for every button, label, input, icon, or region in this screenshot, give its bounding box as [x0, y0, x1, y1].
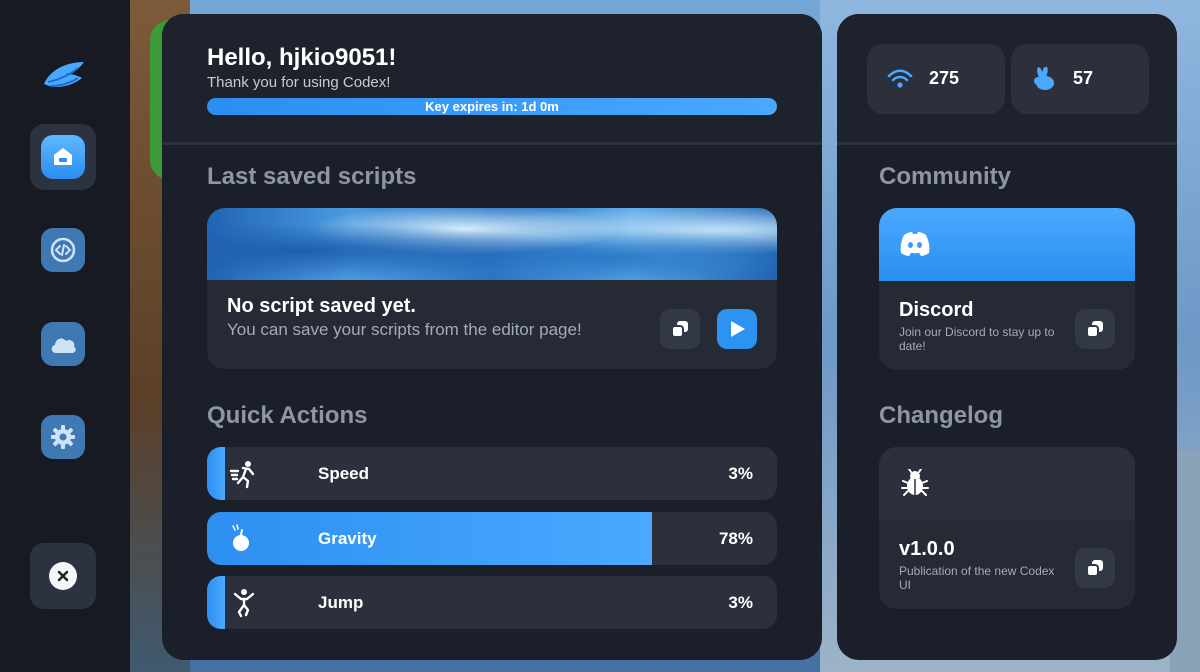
copy-icon [671, 321, 688, 338]
section-title-last-saved: Last saved scripts [207, 163, 417, 190]
copy-changelog-button[interactable] [1075, 548, 1115, 588]
home-header: Hello, hjkio9051! Thank you for using Co… [162, 14, 822, 145]
codex-logo-icon [44, 62, 84, 87]
copy-discord-button[interactable] [1075, 309, 1115, 349]
changelog-card-header [879, 447, 1135, 520]
speed-level-fill [207, 447, 225, 500]
action-label: Jump [318, 593, 364, 612]
cloud-icon [41, 322, 85, 366]
action-value: 3% [728, 593, 753, 612]
script-title: No script saved yet. [227, 295, 416, 317]
action-value: 3% [728, 464, 753, 483]
close-icon [49, 562, 77, 590]
bug-icon [901, 469, 929, 496]
wifi-icon [887, 69, 913, 88]
stats-header: 275 57 [837, 14, 1177, 145]
running-icon [229, 461, 255, 489]
ping-stat: 275 [867, 44, 1005, 114]
discord-description: Join our Discord to stay up to date! [899, 325, 1055, 353]
action-label: Gravity [318, 529, 377, 548]
section-title-changelog: Changelog [879, 402, 1003, 429]
home-panel: Hello, hjkio9051! Thank you for using Co… [162, 14, 822, 660]
changelog-description: Publication of the new Codex UI [899, 564, 1055, 592]
jump-level-fill [207, 576, 225, 629]
changelog-card: v1.0.0 Publication of the new Codex UI [879, 447, 1135, 609]
action-label: Speed [318, 464, 370, 483]
quick-action-jump[interactable]: Jump 3% [207, 576, 777, 629]
ping-value: 275 [929, 68, 960, 88]
execute-script-button[interactable] [717, 309, 757, 349]
fps-stat: 57 [1011, 44, 1149, 114]
copy-icon [1086, 321, 1103, 338]
sidebar [0, 0, 130, 672]
fps-value: 57 [1073, 68, 1094, 88]
greeting-title: Hello, hjkio9051! [207, 44, 397, 71]
greeting-subtitle: Thank you for using Codex! [207, 74, 391, 91]
close-button[interactable] [30, 543, 96, 609]
sidebar-item-editor[interactable] [30, 217, 96, 283]
copy-script-button[interactable] [660, 309, 700, 349]
apple-icon [232, 524, 249, 551]
discord-card: Discord Join our Discord to stay up to d… [879, 208, 1135, 370]
info-panel: 275 57 Community Discord Join our Discor… [837, 14, 1177, 660]
sidebar-item-settings[interactable] [30, 404, 96, 470]
script-hint: You can save your scripts from the edito… [227, 320, 582, 339]
discord-title: Discord [899, 299, 974, 321]
sidebar-item-cloud[interactable] [30, 311, 96, 377]
play-icon [731, 321, 745, 337]
action-value: 78% [718, 529, 753, 548]
copy-icon [1086, 560, 1103, 577]
sidebar-item-home[interactable] [30, 124, 96, 190]
gear-icon [41, 415, 85, 459]
section-title-community: Community [879, 163, 1011, 190]
jumping-icon [233, 589, 255, 618]
quick-action-speed[interactable]: Speed 3% [207, 447, 777, 500]
rabbit-icon [1034, 67, 1054, 90]
home-icon [41, 135, 85, 179]
saved-script-card: No script saved yet. You can save your s… [207, 208, 777, 369]
quick-action-gravity[interactable]: Gravity 78% [207, 512, 777, 565]
section-title-quick-actions: Quick Actions [207, 402, 368, 429]
changelog-version: v1.0.0 [899, 538, 955, 560]
code-icon [41, 228, 85, 272]
key-expiry-bar: Key expires in: 1d 0m [207, 98, 777, 115]
discord-icon [900, 232, 930, 256]
discord-card-header [879, 208, 1135, 281]
script-banner-image [207, 208, 777, 280]
gravity-level-fill [207, 512, 652, 565]
